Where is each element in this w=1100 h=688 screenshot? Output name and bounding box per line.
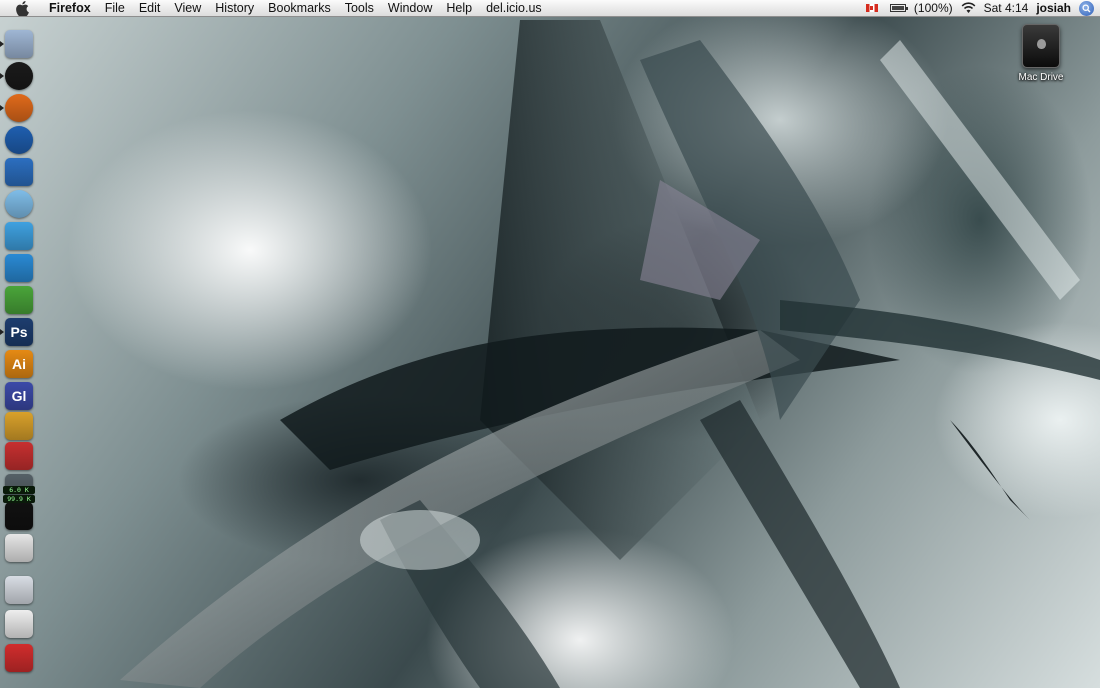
dock-item-itunes[interactable]	[5, 190, 33, 218]
dock-item-documents[interactable]	[5, 610, 33, 638]
dock-item-messenger[interactable]	[5, 222, 33, 250]
menu-file[interactable]: File	[98, 0, 132, 17]
dock-item-internet[interactable]	[5, 126, 33, 154]
dock-item-network[interactable]	[5, 286, 33, 314]
menu-window[interactable]: Window	[381, 0, 439, 17]
dock-item-system[interactable]	[5, 534, 33, 562]
running-indicator	[0, 41, 4, 47]
dock-item-finder[interactable]	[5, 30, 33, 58]
menu-tools[interactable]: Tools	[338, 0, 381, 17]
menu-clock[interactable]: Sat 4:14	[984, 1, 1029, 15]
menu-extras: (100%) Sat 4:14 josiah	[858, 0, 1100, 17]
dock-item-clock[interactable]	[5, 62, 33, 90]
desktop-wallpaper	[0, 0, 1100, 688]
menu-history[interactable]: History	[208, 0, 261, 17]
menu-help[interactable]: Help	[439, 0, 479, 17]
mac-drive[interactable]: Mac Drive	[1010, 24, 1072, 83]
menu-view[interactable]: View	[167, 0, 208, 17]
dock-item-illustrator[interactable]: Ai	[5, 350, 33, 378]
spotlight-search-icon[interactable]	[1079, 0, 1094, 16]
golive-icon: Gl	[11, 388, 27, 404]
dock-item-applications[interactable]	[5, 576, 33, 604]
dock-item-golive[interactable]: Gl	[5, 382, 33, 410]
user-menu[interactable]: josiah	[1036, 1, 1071, 15]
apple-menu-icon[interactable]	[12, 0, 32, 16]
net-download-rate: 99.9 K	[3, 495, 35, 503]
menu-app-name[interactable]: Firefox	[42, 0, 98, 17]
net-upload-rate: 6.0 K	[3, 486, 35, 494]
dock: Ps Ai Gl 6.0 K 99.9 K	[0, 28, 40, 682]
running-indicator	[0, 73, 4, 79]
menu-delicious[interactable]: del.icio.us	[479, 0, 549, 17]
dock-item-cube[interactable]	[5, 644, 33, 672]
running-indicator	[0, 105, 4, 111]
dock-item-photoshop[interactable]: Ps	[5, 318, 33, 346]
battery-icon[interactable]	[889, 4, 908, 12]
dock-item-reminder[interactable]	[5, 442, 33, 470]
dock-item-photo[interactable]	[5, 158, 33, 186]
dock-item-activity[interactable]	[5, 502, 33, 530]
hard-drive-icon	[1022, 24, 1060, 68]
dock-item-wordpress[interactable]	[5, 254, 33, 282]
menu-bar: Firefox File Edit View History Bookmarks…	[0, 0, 1100, 17]
battery-percentage[interactable]: (100%)	[914, 1, 953, 15]
menu-edit[interactable]: Edit	[132, 0, 168, 17]
input-source-flag-icon[interactable]	[865, 4, 878, 12]
dock-item-toy[interactable]	[5, 412, 33, 440]
dock-item-firefox[interactable]	[5, 94, 33, 122]
photoshop-icon: Ps	[10, 324, 28, 340]
illustrator-icon: Ai	[12, 356, 26, 372]
running-indicator	[0, 329, 4, 335]
mac-drive-label: Mac Drive	[1018, 72, 1064, 83]
wifi-icon[interactable]	[961, 2, 976, 14]
menu-bookmarks[interactable]: Bookmarks	[261, 0, 338, 17]
